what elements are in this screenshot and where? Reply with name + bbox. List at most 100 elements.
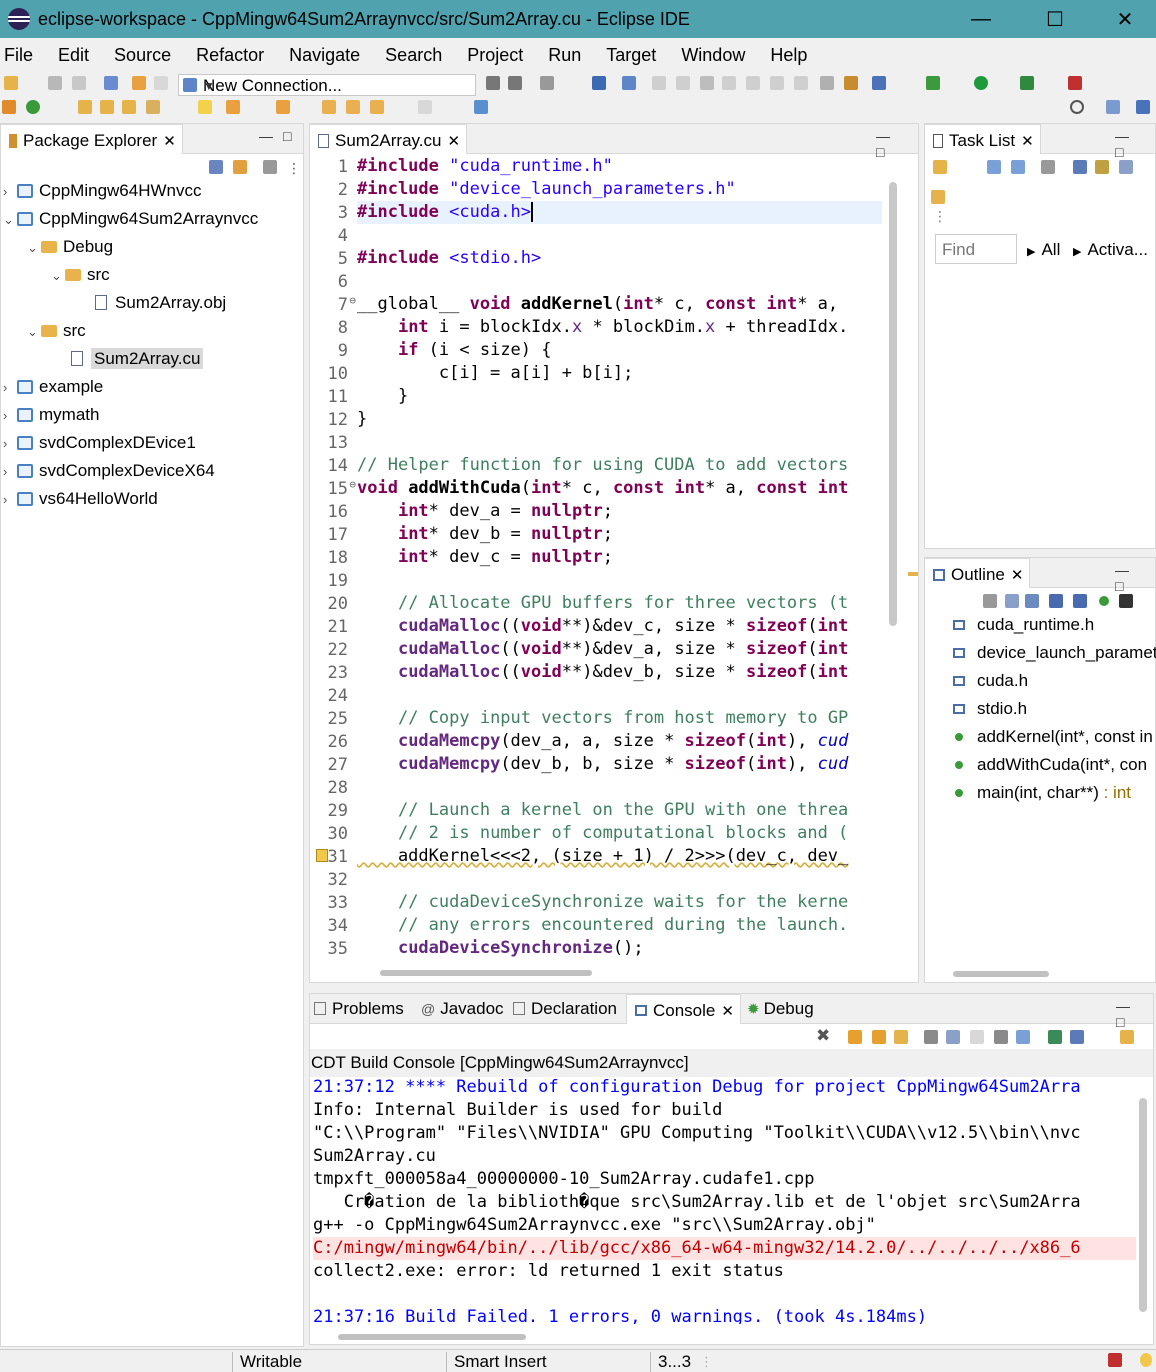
hide-fields-icon[interactable]: [1049, 594, 1063, 608]
terminate-icon[interactable]: [700, 76, 714, 90]
tab-debug[interactable]: ✹ Debug: [747, 999, 814, 1019]
chevron-icon[interactable]: ›: [3, 184, 17, 199]
connection-combo[interactable]: New Connection... ▼: [178, 74, 476, 96]
tab-console[interactable]: Console ✕: [626, 994, 741, 1024]
tab-package-explorer[interactable]: Package Explorer ✕: [0, 124, 183, 154]
remove-launch-icon[interactable]: ✖: [816, 1026, 830, 1046]
outline-item[interactable]: main(int, char**) : int: [953, 783, 1131, 803]
tree-item[interactable]: › example: [3, 377, 103, 397]
editor-horizontal-scrollbar[interactable]: [380, 970, 592, 976]
chevron-icon[interactable]: ⌄: [51, 268, 65, 284]
binary-icon[interactable]: [104, 76, 118, 90]
chevron-icon[interactable]: ›: [3, 408, 17, 423]
run-external-icon[interactable]: [1020, 76, 1034, 90]
outline-item[interactable]: addKernel(int*, const in: [953, 727, 1153, 747]
maximize-button[interactable]: ☐: [1020, 0, 1090, 38]
pin-editor-icon[interactable]: [474, 100, 488, 114]
minimize-maximize-icon[interactable]: —□: [876, 128, 918, 160]
next-annotation-icon[interactable]: [226, 100, 240, 114]
display-console-icon[interactable]: [1016, 1030, 1030, 1044]
outline-item[interactable]: device_launch_paramete: [953, 643, 1156, 663]
redo-icon[interactable]: [154, 76, 168, 90]
hide-macros-icon[interactable]: [1119, 594, 1133, 608]
outline-item[interactable]: cuda.h: [953, 671, 1028, 691]
warning-icon[interactable]: [316, 849, 328, 862]
menu-edit[interactable]: Edit: [58, 45, 89, 66]
step-return-icon[interactable]: [794, 76, 808, 90]
menu-target[interactable]: Target: [606, 45, 656, 66]
tree-item[interactable]: Sum2Array.cu: [51, 348, 204, 369]
sort-icon[interactable]: [1025, 594, 1039, 608]
hide-completed-icon[interactable]: [1073, 160, 1087, 174]
tree-item[interactable]: ⌄ src: [27, 321, 86, 341]
suspend-icon[interactable]: [676, 76, 690, 90]
console-horizontal-scrollbar[interactable]: [338, 1334, 526, 1340]
search-icon[interactable]: [1070, 100, 1084, 114]
refresh-icon[interactable]: [26, 100, 40, 114]
close-icon[interactable]: ✕: [721, 1003, 734, 1020]
tab-outline[interactable]: Outline ✕: [924, 558, 1031, 588]
tree-item[interactable]: › svdComplexDeviceX64: [3, 461, 215, 481]
scheduled-icon[interactable]: [1011, 160, 1025, 174]
tree-item[interactable]: › svdComplexDEvice1: [3, 433, 196, 453]
filter-icon[interactable]: [263, 160, 277, 174]
chevron-icon[interactable]: ⌄: [3, 212, 17, 228]
find-input[interactable]: Find: [935, 234, 1017, 264]
fold-icon[interactable]: ⊖: [349, 294, 356, 307]
open-type-icon[interactable]: [78, 100, 92, 114]
next-error-icon[interactable]: [848, 1030, 862, 1044]
tree-item[interactable]: Sum2Array.obj: [75, 293, 226, 313]
run-icon[interactable]: [974, 76, 988, 90]
minimize-button[interactable]: —: [946, 0, 1016, 38]
undo-icon[interactable]: [132, 76, 146, 90]
new-icon[interactable]: [4, 76, 18, 90]
tab-javadoc[interactable]: @ Javadoc: [421, 999, 504, 1019]
new-console-icon[interactable]: [1120, 1030, 1134, 1044]
open-resource-icon[interactable]: [122, 100, 136, 114]
step-over-icon[interactable]: [770, 76, 784, 90]
chevron-down-icon[interactable]: ▼: [203, 79, 471, 93]
menu-search[interactable]: Search: [385, 45, 442, 66]
minimize-maximize-icon[interactable]: —□: [1115, 562, 1155, 594]
instruction-step-icon[interactable]: [820, 76, 834, 90]
chevron-icon[interactable]: ›: [3, 436, 17, 451]
menu-navigate[interactable]: Navigate: [289, 45, 360, 66]
filter-tasks-icon[interactable]: [1041, 160, 1055, 174]
minimize-maximize-icon[interactable]: —□: [1116, 998, 1153, 1030]
menu-source[interactable]: Source: [114, 45, 171, 66]
menu-project[interactable]: Project: [467, 45, 523, 66]
tree-item[interactable]: › CppMingw64HWnvcc: [3, 181, 202, 201]
tree-item[interactable]: ⌄ Debug: [27, 237, 113, 257]
prev-error-icon[interactable]: [872, 1030, 886, 1044]
coverage-icon[interactable]: [1068, 76, 1082, 90]
outline-horizontal-scrollbar[interactable]: [953, 971, 1049, 977]
build-icon[interactable]: [540, 76, 554, 90]
console-vertical-scrollbar[interactable]: [1139, 1098, 1147, 1312]
connect-icon[interactable]: [486, 76, 500, 90]
tree-item[interactable]: › vs64HelloWorld: [3, 489, 158, 509]
outline-item[interactable]: addWithCuda(int*, con: [953, 755, 1147, 775]
menu-help[interactable]: Help: [770, 45, 807, 66]
pin-console-icon[interactable]: [994, 1030, 1008, 1044]
chevron-icon[interactable]: ⌄: [27, 324, 41, 340]
collapse-all-icon[interactable]: [209, 160, 223, 174]
minimize-maximize-icon[interactable]: —□: [1115, 128, 1155, 160]
sync-icon[interactable]: [1095, 160, 1109, 174]
console-output[interactable]: 21:37:12 **** Rebuild of configuration D…: [310, 1076, 1136, 1324]
clear-console-icon[interactable]: [946, 1030, 960, 1044]
edit-location-icon[interactable]: [346, 100, 360, 114]
disconnect-debug-icon[interactable]: [722, 76, 736, 90]
link-editor-icon[interactable]: [233, 160, 247, 174]
search-wand-icon[interactable]: [146, 100, 160, 114]
prev-annotation-icon[interactable]: [276, 100, 290, 114]
code-area[interactable]: #include "cuda_runtime.h" #include "devic…: [357, 155, 882, 958]
scroll-lock-icon[interactable]: [894, 1030, 908, 1044]
tree-item[interactable]: › mymath: [3, 405, 99, 425]
open-element-icon[interactable]: [100, 100, 114, 114]
menu-run[interactable]: Run: [548, 45, 581, 66]
tree-item[interactable]: ⌄ src: [51, 265, 110, 285]
tab-problems[interactable]: Problems: [314, 999, 404, 1019]
cpp-perspective-icon[interactable]: [1136, 100, 1150, 114]
close-icon[interactable]: ✕: [1011, 567, 1024, 584]
last-edit-icon[interactable]: [322, 100, 336, 114]
